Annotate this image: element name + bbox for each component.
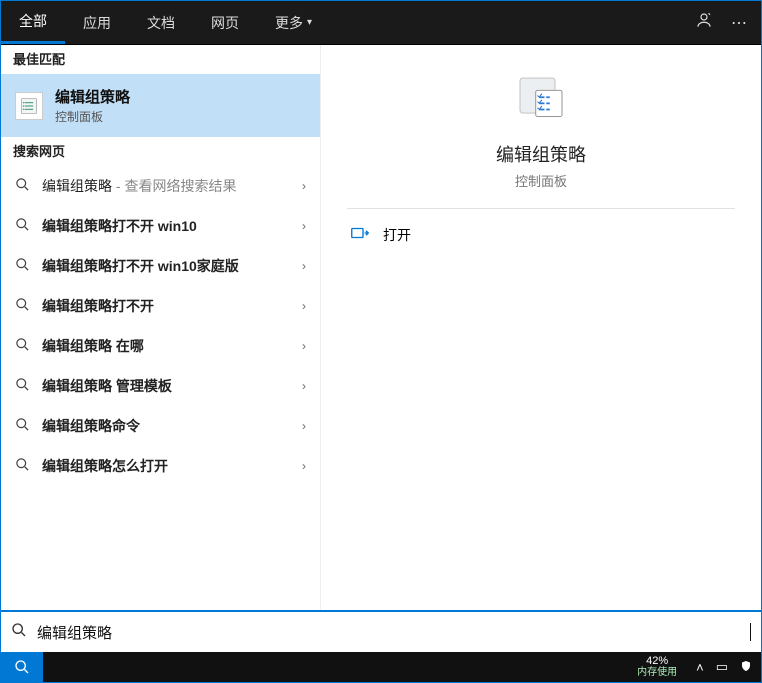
- more-options-icon[interactable]: ⋯: [731, 13, 747, 33]
- open-icon: [351, 226, 369, 245]
- search-tabbar: 全部 应用 文档 网页 更多 ▾ ⋯: [1, 1, 761, 45]
- tray-chevron-icon[interactable]: ˄: [693, 660, 707, 675]
- gpedit-icon: [15, 92, 43, 120]
- search-icon: [15, 337, 30, 356]
- tab-docs[interactable]: 文档: [129, 1, 193, 44]
- search-icon: [11, 622, 27, 642]
- memory-usage-indicator[interactable]: 42% 内存使用: [627, 656, 687, 678]
- search-icon: [15, 217, 30, 236]
- open-action[interactable]: 打开: [321, 215, 761, 255]
- best-match-header: 最佳匹配: [1, 45, 320, 74]
- result-text: 编辑组策略命令: [42, 416, 140, 436]
- search-icon: [15, 257, 30, 276]
- web-result-row[interactable]: 编辑组策略怎么打开 ›: [1, 446, 320, 486]
- search-window: 全部 应用 文档 网页 更多 ▾ ⋯ 最佳匹配 编: [0, 0, 762, 683]
- result-text: 编辑组策略打不开 win10: [42, 216, 197, 236]
- tray-security-icon[interactable]: [737, 660, 755, 675]
- tab-all[interactable]: 全部: [1, 1, 65, 44]
- web-result-row[interactable]: 编辑组策略 - 查看网络搜索结果 ›: [1, 166, 320, 206]
- web-result-row[interactable]: 编辑组策略 在哪 ›: [1, 326, 320, 366]
- search-icon: [15, 177, 30, 196]
- result-text: 编辑组策略打不开: [42, 296, 154, 316]
- search-web-header: 搜索网页: [1, 137, 320, 166]
- feedback-icon[interactable]: [695, 11, 713, 34]
- web-result-row[interactable]: 编辑组策略命令 ›: [1, 406, 320, 446]
- preview-gpedit-icon: [513, 71, 569, 127]
- result-text: 编辑组策略 在哪: [42, 336, 144, 356]
- preview-sub: 控制面板: [515, 171, 567, 190]
- search-input[interactable]: [37, 624, 751, 641]
- chevron-right-icon: ›: [294, 459, 306, 473]
- preview-panel: 编辑组策略 控制面板 打开: [321, 45, 761, 610]
- chevron-right-icon: ›: [294, 379, 306, 393]
- web-result-row[interactable]: 编辑组策略打不开 ›: [1, 286, 320, 326]
- chevron-right-icon: ›: [294, 419, 306, 433]
- result-text: 编辑组策略 管理模板: [42, 376, 172, 396]
- search-icon: [15, 417, 30, 436]
- chevron-right-icon: ›: [294, 179, 306, 193]
- divider: [347, 208, 734, 209]
- search-icon: [15, 377, 30, 396]
- search-icon: [15, 457, 30, 476]
- tab-web[interactable]: 网页: [193, 1, 257, 44]
- chevron-right-icon: ›: [294, 219, 306, 233]
- result-text: 编辑组策略 - 查看网络搜索结果: [42, 176, 236, 196]
- taskbar: 42% 内存使用 ˄ ▭: [1, 652, 761, 682]
- chevron-right-icon: ›: [294, 299, 306, 313]
- search-icon: [15, 297, 30, 316]
- tab-more[interactable]: 更多 ▾: [257, 1, 330, 44]
- preview-title: 编辑组策略: [496, 141, 586, 167]
- content-area: 最佳匹配 编辑组策略 控制面板 搜索网页 编辑组策略 - 查看网络搜索结果›编辑…: [1, 45, 761, 610]
- tab-apps[interactable]: 应用: [65, 1, 129, 44]
- chevron-right-icon: ›: [294, 339, 306, 353]
- chevron-down-icon: ▾: [307, 17, 312, 28]
- result-text: 编辑组策略打不开 win10家庭版: [42, 256, 239, 276]
- search-input-row[interactable]: [1, 610, 761, 652]
- web-result-row[interactable]: 编辑组策略打不开 win10家庭版 ›: [1, 246, 320, 286]
- web-result-row[interactable]: 编辑组策略 管理模板 ›: [1, 366, 320, 406]
- result-text: 编辑组策略怎么打开: [42, 456, 168, 476]
- best-match-title: 编辑组策略: [55, 86, 130, 107]
- web-result-row[interactable]: 编辑组策略打不开 win10 ›: [1, 206, 320, 246]
- tray-network-icon[interactable]: ▭: [713, 659, 731, 675]
- text-caret: [750, 623, 751, 641]
- open-label: 打开: [383, 225, 411, 245]
- best-match-sub: 控制面板: [55, 108, 130, 125]
- results-panel: 最佳匹配 编辑组策略 控制面板 搜索网页 编辑组策略 - 查看网络搜索结果›编辑…: [1, 45, 321, 610]
- best-match-item[interactable]: 编辑组策略 控制面板: [1, 74, 320, 137]
- chevron-right-icon: ›: [294, 259, 306, 273]
- taskbar-search-button[interactable]: [1, 652, 43, 682]
